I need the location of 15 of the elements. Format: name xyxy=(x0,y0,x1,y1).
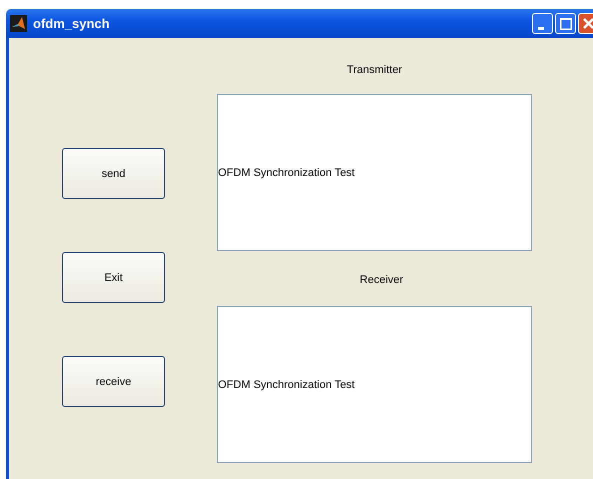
maximize-icon xyxy=(560,18,572,30)
push-button[interactable]: Exit xyxy=(62,252,165,303)
maximize-button[interactable] xyxy=(555,13,576,34)
app-icon xyxy=(10,15,27,32)
panel-label: Receiver xyxy=(358,274,404,286)
minimize-button[interactable] xyxy=(532,13,553,34)
display-text: OFDM Synchronization Test xyxy=(218,378,355,390)
display-text: OFDM Synchronization Test xyxy=(218,166,355,178)
push-button[interactable]: send xyxy=(62,148,165,199)
panel-label: Transmitter xyxy=(346,64,404,76)
close-icon xyxy=(583,18,593,29)
push-button[interactable]: receive xyxy=(62,356,165,407)
minimize-icon xyxy=(538,26,544,30)
window-title: ofdm_synch xyxy=(33,16,110,31)
close-button[interactable] xyxy=(578,13,593,34)
